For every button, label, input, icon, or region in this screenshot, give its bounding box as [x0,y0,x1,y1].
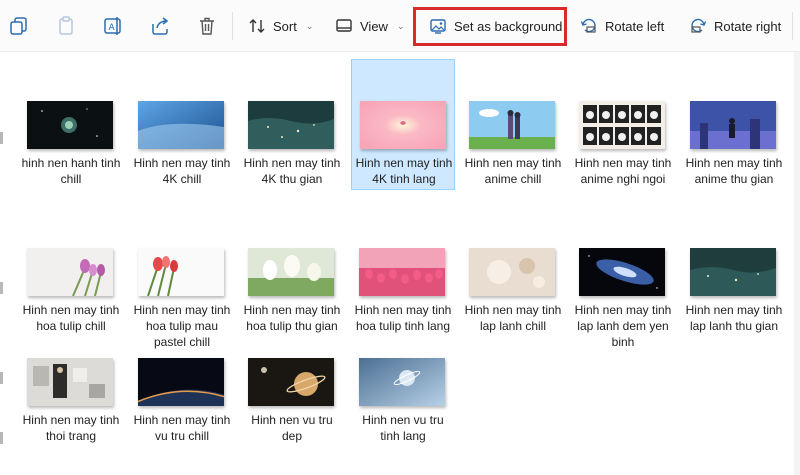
sort-button[interactable]: Sort ⌄ [248,13,313,39]
chevron-down-icon: ⌄ [305,20,314,31]
thumbnail [27,248,113,296]
file-name: Hinh nen may tinh lap lanh chill [464,303,562,333]
command-bar: A Sort ⌄ View ⌄ Set as background Rotate… [0,0,800,52]
view-button[interactable]: View ⌄ [335,13,405,39]
thumbnail [359,248,445,296]
thumbnail [138,101,224,149]
svg-text:A: A [109,23,116,33]
file-name: Hinh nen may tinh lap lanh thu gian [685,303,783,333]
sort-icon [249,19,265,33]
rotate-right-label: Rotate right [714,18,782,34]
file-item[interactable]: hinh nen hanh tinh chill [19,59,123,199]
file-item[interactable]: Hinh nen may tinh 4K chill [130,59,234,199]
thumbnail [138,358,224,406]
view-label: View [360,18,388,34]
share-icon[interactable] [149,15,171,37]
highlight-box [413,7,567,46]
file-item[interactable]: Hinh nen may tinh thoi trang [19,316,123,446]
file-item[interactable]: Hinh nen may tinh anime chill [461,59,565,199]
rotate-left-label: Rotate left [605,18,665,34]
file-name: Hinh nen may tinh thoi trang [22,413,120,443]
thumbnail [360,101,446,149]
file-name: Hinh nen vu tru tinh lang [362,413,444,443]
rotate-left-button[interactable]: Rotate left [580,13,664,39]
file-item[interactable]: Hinh nen vu tru tinh lang [351,316,455,446]
file-item[interactable]: Hinh nen may tinh lap lanh thu gian [682,206,786,356]
file-name: Hinh nen may tinh 4K chill [133,156,231,186]
chevron-down-icon: ⌄ [396,20,405,31]
rename-icon[interactable]: A [102,15,124,37]
copy-icon[interactable] [8,15,30,37]
thumbnail [248,101,334,149]
rotate-right-button[interactable]: Rotate right [689,13,781,39]
toolbar-separator [792,12,793,40]
file-item[interactable]: Hinh nen may tinh lap lanh chill [461,206,565,356]
file-item[interactable]: Hinh nen may tinh anime thu gian [682,59,786,219]
file-name: Hinh nen vu tru dep [251,413,333,443]
thumbnail [248,248,334,296]
file-name: hinh nen hanh tinh chill [21,156,121,186]
thumbnail [690,101,776,149]
file-item-selected[interactable]: Hinh nen may tinh 4K tinh lang [351,59,455,190]
rotate-right-icon [691,18,707,33]
thumbnail [469,248,555,296]
file-item[interactable]: Hinh nen vu tru dep [240,316,344,446]
file-item[interactable]: Hinh nen may tinh lap lanh dem yen binh [571,206,675,356]
toolbar-separator [232,12,233,40]
thumbnail [579,248,665,296]
file-item[interactable]: Hinh nen may tinh anime nghi ngoi [571,59,675,219]
file-name: Hinh nen may tinh anime chill [464,156,562,186]
view-icon [336,19,352,32]
file-name: Hinh nen may tinh vu tru chill [133,413,231,443]
rotate-left-icon [580,18,596,33]
file-name: Hinh nen may tinh 4K thu gian [243,156,341,186]
file-name: Hinh nen may tinh 4K tinh lang [355,156,453,186]
delete-icon[interactable] [196,15,218,37]
paste-icon[interactable] [55,15,77,37]
file-item[interactable]: Hinh nen may tinh vu tru chill [130,316,234,446]
thumbnail [469,101,555,149]
file-grid: hinh nen hanh tinh chill Hinh nen may ti… [0,52,800,475]
thumbnail [690,248,776,296]
file-name: Hinh nen may tinh anime thu gian [685,156,783,186]
thumbnail [27,101,113,149]
file-item[interactable]: Hinh nen may tinh 4K thu gian [240,59,344,199]
thumbnail [27,358,113,406]
file-name: Hinh nen may tinh anime nghi ngoi [574,156,672,186]
sort-label: Sort [273,18,297,34]
file-name: Hinh nen may tinh lap lanh dem yen binh [574,303,672,349]
thumbnail [579,101,665,149]
thumbnail [138,248,224,296]
thumbnail [359,358,445,406]
thumbnail [248,358,334,406]
